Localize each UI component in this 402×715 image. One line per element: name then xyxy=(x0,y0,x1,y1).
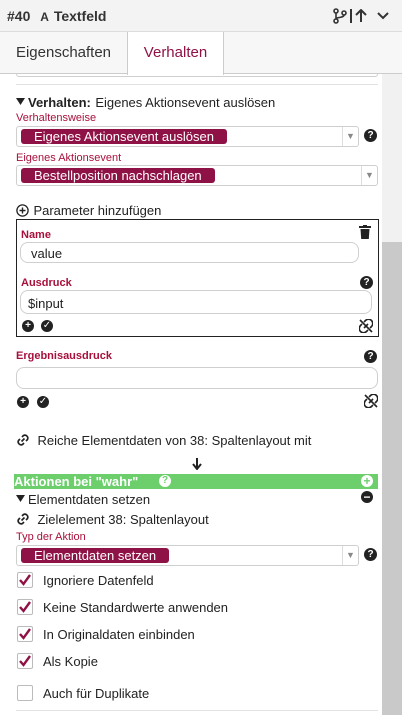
dropdown-arrow-icon: ▼ xyxy=(342,546,358,565)
chevron-down-icon[interactable] xyxy=(376,6,390,26)
aktionsevent-value: Bestellposition nachschlagen xyxy=(21,168,215,183)
ausdruck-label: Ausdruck xyxy=(21,277,72,289)
caret-down-icon xyxy=(16,98,25,105)
caret-down-icon xyxy=(16,495,25,502)
checkbox[interactable] xyxy=(17,685,33,701)
checkbox[interactable] xyxy=(17,599,33,615)
ziel-text: Zielelement 38: Spaltenlayout xyxy=(37,512,209,527)
verhaltensweise-label: Verhaltensweise xyxy=(16,112,97,124)
typ-value: Elementdaten setzen xyxy=(21,548,170,563)
elementdaten-title: Elementdaten setzen xyxy=(28,492,151,507)
checkbox-row[interactable]: In Originaldaten einbinden xyxy=(17,626,357,644)
add-parameter-button[interactable]: Parameter hinzufügen xyxy=(16,202,161,220)
aktionen-bar[interactable]: Aktionen bei "wahr" ? + xyxy=(14,474,378,489)
reiche-elementdaten-row[interactable]: Reiche Elementdaten von 38: Spaltenlayou… xyxy=(16,432,311,450)
add-parameter-label: Parameter hinzufügen xyxy=(33,203,162,218)
behavior-panel: Verhalten: Eigenes Aktionsevent auslösen… xyxy=(0,74,382,715)
checkbox-label: Auch für Duplikate xyxy=(43,686,150,701)
checkbox-row[interactable]: Als Kopie xyxy=(17,653,357,671)
name-label: Name xyxy=(21,229,51,241)
divider xyxy=(16,710,378,711)
question-icon[interactable]: ? xyxy=(364,129,377,142)
checkbox[interactable] xyxy=(17,572,33,588)
typ-label: Typ der Aktion xyxy=(16,531,86,543)
ausdruck-value: $input xyxy=(28,296,64,311)
checkbox-list: Ignoriere Datenfeld Keine Standardwerte … xyxy=(17,572,377,707)
question-icon[interactable]: ? xyxy=(159,475,171,487)
link-icon xyxy=(17,513,29,525)
element-type: Textfeld xyxy=(53,8,107,24)
checkbox[interactable] xyxy=(17,653,33,669)
verhaltensweise-value: Eigenes Aktionsevent auslösen xyxy=(21,129,227,144)
unlink-icon[interactable] xyxy=(358,318,374,338)
branch-icon[interactable] xyxy=(332,6,348,26)
scrollbar-thumb[interactable] xyxy=(382,242,402,715)
verhaltensweise-select[interactable]: Eigenes Aktionsevent auslösen ▼ xyxy=(16,126,359,147)
checkbox-label: Keine Standardwerte anwenden xyxy=(43,600,229,615)
ausdruck-input[interactable]: $input xyxy=(20,290,372,314)
check-circle-icon[interactable]: ✓ xyxy=(41,320,53,332)
tab-eigenschaften[interactable]: Eigenschaften xyxy=(0,32,127,74)
checkbox-row[interactable]: Keine Standardwerte anwenden xyxy=(17,599,357,617)
elementdaten-header[interactable]: Elementdaten setzen xyxy=(16,491,150,509)
parameter-box: Name value Ausdruck ? $input + ✓ xyxy=(16,219,379,337)
dropdown-arrow-icon: ▼ xyxy=(361,166,377,185)
aktionsevent-select[interactable]: Bestellposition nachschlagen ▼ xyxy=(16,165,378,186)
typ-select[interactable]: Elementdaten setzen ▼ xyxy=(16,545,359,566)
panel-titlebar: #40 A Textfeld xyxy=(0,0,402,32)
link-icon xyxy=(17,434,29,446)
trash-icon[interactable] xyxy=(359,225,371,244)
check-circle-icon[interactable]: ✓ xyxy=(37,396,49,408)
divider xyxy=(16,84,378,85)
checkbox-label: Ignoriere Datenfeld xyxy=(43,573,154,588)
dropdown-arrow-icon: ▼ xyxy=(342,127,358,146)
checkbox-row[interactable]: Auch für Duplikate xyxy=(17,685,357,703)
question-icon[interactable]: ? xyxy=(360,276,373,289)
aktionsevent-label: Eigenes Aktionsevent xyxy=(16,152,122,164)
arrow-down-icon xyxy=(192,457,202,475)
ergebnis-input[interactable] xyxy=(16,367,378,389)
unlink-icon[interactable] xyxy=(363,393,379,413)
checkbox-row[interactable]: Ignoriere Datenfeld xyxy=(17,572,357,590)
previous-field-edge xyxy=(16,74,378,77)
section-title: Eigenes Aktionsevent auslösen xyxy=(95,95,276,110)
tab-bar: Eigenschaften Verhalten xyxy=(0,32,402,75)
checkbox[interactable] xyxy=(17,626,33,642)
section-header[interactable]: Verhalten: Eigenes Aktionsevent auslösen xyxy=(16,94,275,112)
panel-title: #40 A Textfeld xyxy=(7,8,106,24)
up-arrow-icon[interactable] xyxy=(354,6,368,26)
name-value: value xyxy=(31,246,63,261)
textfield-icon: A xyxy=(40,10,49,24)
question-icon[interactable]: ? xyxy=(364,350,377,363)
question-icon[interactable]: ? xyxy=(364,548,377,561)
section-prefix: Verhalten: xyxy=(28,95,91,110)
reiche-text: Reiche Elementdaten von 38: Spaltenlayou… xyxy=(37,433,312,448)
plus-circle-icon[interactable]: + xyxy=(17,396,29,408)
plus-circle-icon[interactable]: + xyxy=(22,320,34,332)
plus-circle-outline-icon xyxy=(16,204,29,217)
ergebnis-label: Ergebnisausdruck xyxy=(16,350,112,362)
toolbar-divider xyxy=(349,6,353,26)
zielelement-row[interactable]: Zielelement 38: Spaltenlayout xyxy=(16,511,209,529)
checkbox-label: Als Kopie xyxy=(43,654,98,669)
checkbox-label: In Originaldaten einbinden xyxy=(43,627,195,642)
name-input[interactable]: value xyxy=(20,242,359,263)
aktionen-label: Aktionen bei "wahr" xyxy=(14,474,139,489)
scrollbar[interactable] xyxy=(382,74,402,715)
element-id: #40 xyxy=(7,8,31,24)
plus-circle-icon[interactable]: + xyxy=(361,475,373,487)
tab-verhalten[interactable]: Verhalten xyxy=(127,32,224,75)
minus-circle-icon[interactable]: − xyxy=(361,491,373,503)
